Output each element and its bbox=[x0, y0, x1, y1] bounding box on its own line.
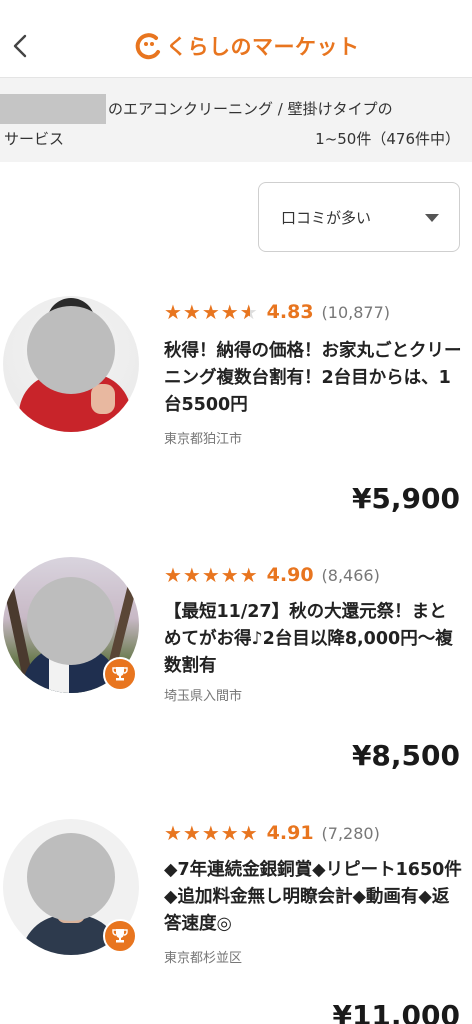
listing-item[interactable]: ★★★★★ 4.83 (10,877) 秋得！納得の価格！お家丸ごとクリーニング… bbox=[0, 290, 472, 540]
blurred-face bbox=[27, 577, 115, 665]
logo-text: くらしのマーケット bbox=[166, 35, 360, 59]
result-count: 1~50件（476件中） bbox=[315, 130, 460, 148]
search-summary-bar: のエアコンクリーニング / 壁掛けタイプの サービス 1~50件（476件中） bbox=[0, 78, 472, 162]
listing-price: ¥8,500 bbox=[351, 739, 460, 772]
award-badge bbox=[103, 919, 137, 953]
listing-title[interactable]: ◆7年連続金銀銅賞◆リピート1650件◆追加料金無し明瞭会計◆動画有◆返答速度◎ bbox=[164, 857, 464, 938]
listing-location: 埼玉県入間市 bbox=[164, 689, 243, 704]
trophy-icon bbox=[112, 929, 128, 943]
back-button[interactable] bbox=[4, 26, 36, 66]
review-count: (7,280) bbox=[321, 823, 380, 843]
rating-score: 4.91 bbox=[266, 822, 314, 844]
listing-title[interactable]: 秋得！納得の価格！お家丸ごとクリーニング複数台割有！2台目からは、1台5500円 bbox=[164, 338, 464, 419]
search-query-text: のエアコンクリーニング / 壁掛けタイプの bbox=[108, 100, 393, 118]
redacted-area bbox=[0, 94, 106, 124]
listing-price: ¥5,900 bbox=[351, 482, 460, 515]
listing-location: 東京都狛江市 bbox=[164, 432, 243, 447]
award-badge bbox=[103, 657, 137, 691]
rating-row: ★★★★★ 4.90 (8,466) bbox=[164, 563, 380, 587]
provider-avatar bbox=[3, 296, 139, 432]
logo-mark-icon bbox=[135, 33, 160, 60]
site-logo[interactable]: くらしのマーケット bbox=[134, 26, 360, 66]
rating-score: 4.83 bbox=[266, 301, 314, 323]
caret-down-icon bbox=[425, 214, 439, 222]
star-rating-icon: ★★★★★ bbox=[164, 300, 259, 324]
chevron-left-icon bbox=[13, 34, 27, 58]
sort-dropdown[interactable]: 口コミが多い bbox=[258, 182, 460, 252]
app-header: くらしのマーケット bbox=[0, 0, 472, 78]
review-count: (8,466) bbox=[321, 565, 380, 585]
listing-price: ¥11,000 bbox=[332, 999, 460, 1024]
sort-selected-label: 口コミが多い bbox=[281, 208, 372, 227]
rating-row: ★★★★★ 4.91 (7,280) bbox=[164, 821, 380, 845]
listing-item[interactable]: ★★★★★ 4.90 (8,466) 【最短11/27】秋の大還元祭！まとめてが… bbox=[0, 555, 472, 805]
rating-score: 4.90 bbox=[266, 564, 314, 586]
listing-item[interactable]: ★★★★★ 4.91 (7,280) ◆7年連続金銀銅賞◆リピート1650件◆追… bbox=[0, 815, 472, 1024]
provider-avatar bbox=[3, 557, 139, 693]
star-rating-icon: ★★★★★ bbox=[164, 821, 259, 845]
blurred-face bbox=[27, 306, 115, 394]
star-rating-icon: ★★★★★ bbox=[164, 563, 259, 587]
review-count: (10,877) bbox=[321, 302, 391, 322]
search-query-text-cont: サービス bbox=[4, 130, 65, 148]
rating-row: ★★★★★ 4.83 (10,877) bbox=[164, 300, 390, 324]
provider-avatar bbox=[3, 819, 139, 955]
listing-title[interactable]: 【最短11/27】秋の大還元祭！まとめてがお得♪2台目以降8,000円〜複数割有 bbox=[164, 599, 464, 680]
blurred-face bbox=[27, 833, 115, 921]
listing-location: 東京都杉並区 bbox=[164, 951, 243, 966]
trophy-icon bbox=[112, 667, 128, 681]
